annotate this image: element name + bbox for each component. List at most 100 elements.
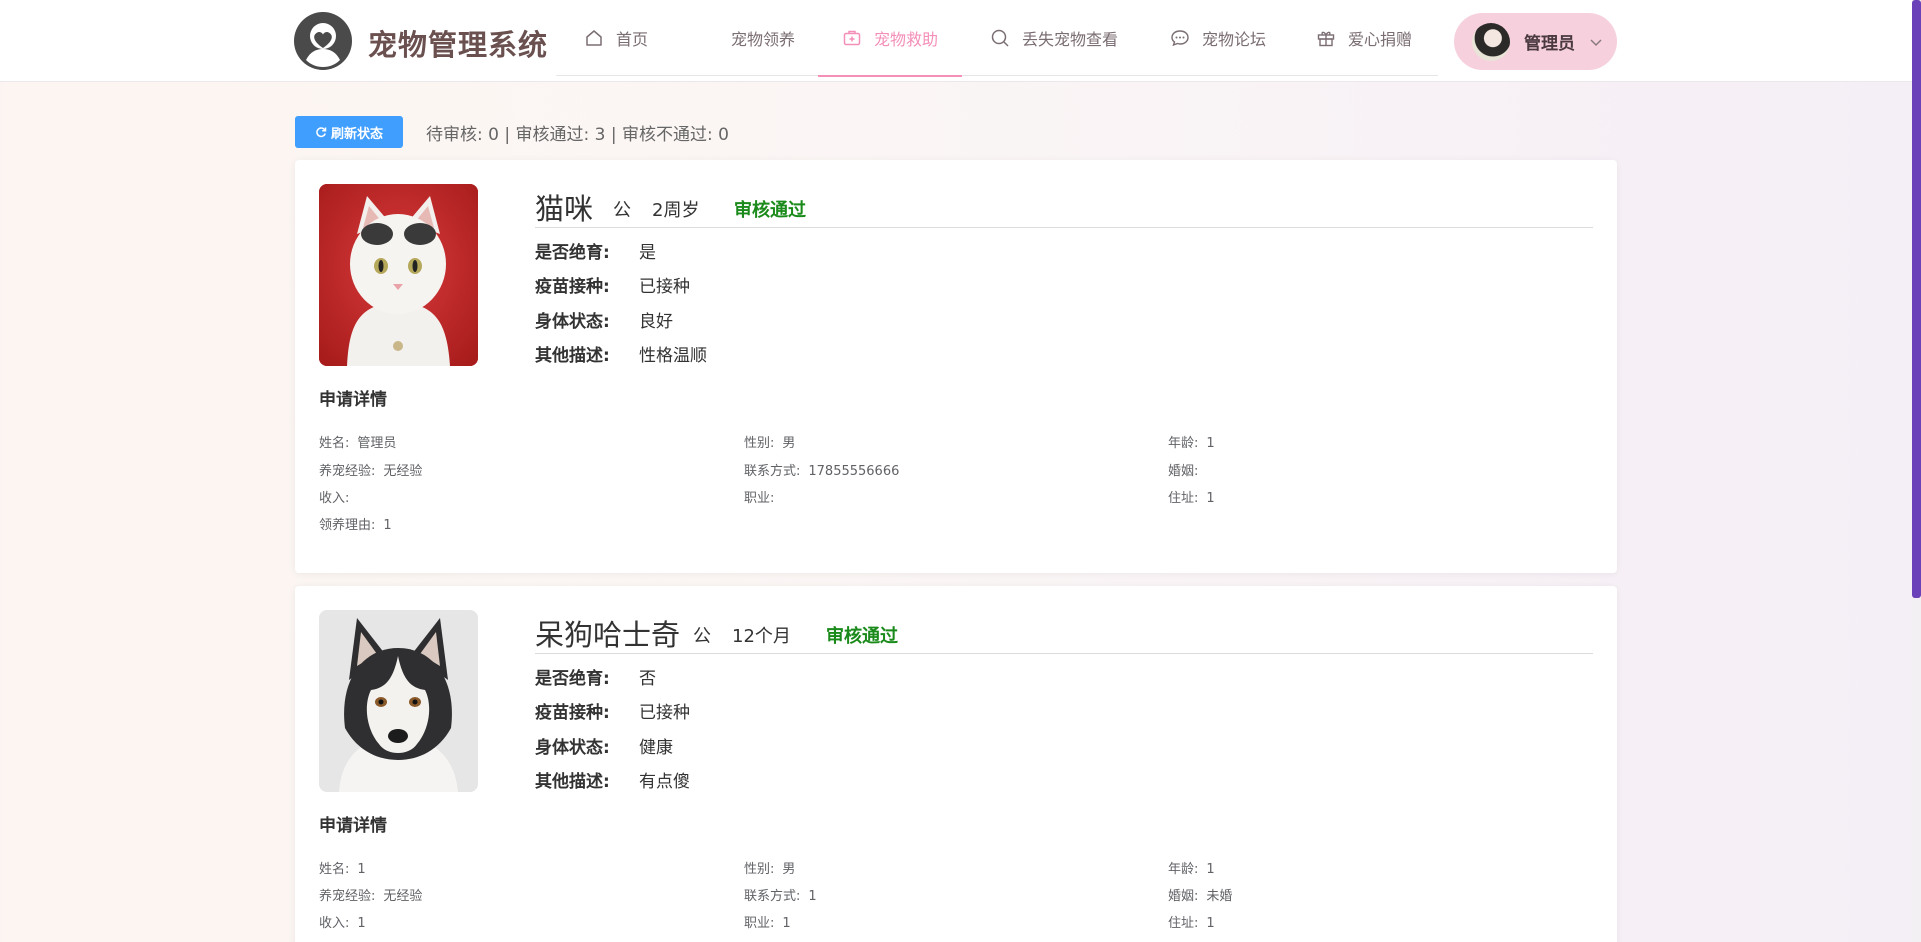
detail-job: 职业: bbox=[744, 487, 782, 506]
nav-forum-label: 宠物论坛 bbox=[1202, 30, 1267, 49]
gift-icon bbox=[1317, 31, 1335, 47]
brand-title: 宠物管理系统 bbox=[368, 28, 549, 62]
detail-value: 1 bbox=[1206, 436, 1215, 451]
detail-name: 姓名: 管理员 bbox=[319, 432, 396, 451]
detail-label: 领养理由: bbox=[319, 518, 376, 533]
dog-image-icon bbox=[319, 610, 478, 792]
application-card: 呆狗哈士奇 公 12个月 审核通过 是否绝育: 否 疫苗接种: 已接种 身体状态: 健… bbox=[295, 586, 1617, 942]
nav-rescue[interactable]: 宠物救助 bbox=[818, 0, 963, 77]
info-label: 疫苗接种: bbox=[535, 703, 610, 723]
info-value: 性格温顺 bbox=[639, 346, 707, 366]
nav-lost-pets[interactable]: 丢失宠物查看 bbox=[990, 0, 1118, 76]
info-vaccinated: 疫苗接种: 已接种 bbox=[535, 272, 690, 297]
review-stats: 待审核: 0 | 审核通过: 3 | 审核不通过: 0 bbox=[426, 125, 729, 145]
detail-label: 联系方式: bbox=[744, 464, 801, 479]
info-value: 健康 bbox=[639, 738, 673, 758]
chat-bubble-icon bbox=[1171, 30, 1189, 47]
detail-gender: 性别: 男 bbox=[744, 432, 795, 451]
detail-marriage: 婚姻: 未婚 bbox=[1168, 885, 1232, 904]
top-header: 宠物管理系统 首页 宠物领养 宠物救助 丢失宠物查看 宠物论坛 爱心捐赠 管理员 bbox=[0, 0, 1921, 82]
info-label: 身体状态: bbox=[535, 312, 610, 332]
pet-name: 猫咪 bbox=[535, 192, 594, 226]
nav-rescue-label: 宠物救助 bbox=[874, 30, 939, 49]
detail-value: 17855556666 bbox=[808, 464, 900, 479]
detail-income: 收入: 1 bbox=[319, 912, 366, 931]
detail-label: 姓名: bbox=[319, 862, 350, 877]
info-other: 其他描述: 有点傻 bbox=[535, 767, 690, 792]
user-name: 管理员 bbox=[1524, 34, 1575, 54]
detail-value: 1 bbox=[782, 916, 791, 931]
search-icon bbox=[991, 29, 1009, 47]
detail-address: 住址: 1 bbox=[1168, 912, 1215, 931]
nav-donate-label: 爱心捐赠 bbox=[1348, 30, 1413, 49]
user-menu[interactable]: 管理员 bbox=[1454, 13, 1617, 70]
detail-value: 1 bbox=[1206, 862, 1215, 877]
apply-details-title: 申请详情 bbox=[319, 816, 387, 836]
nav-adopt[interactable]: 宠物领养 bbox=[731, 0, 795, 76]
avatar bbox=[1472, 22, 1510, 61]
info-value: 否 bbox=[639, 669, 656, 689]
pet-heart-logo-icon[interactable] bbox=[294, 12, 352, 70]
detail-reason: 领养理由: 1 bbox=[319, 514, 392, 533]
status-badge: 审核通过 bbox=[826, 626, 898, 647]
detail-income: 收入: bbox=[319, 487, 357, 506]
info-sterilized: 是否绝育: 否 bbox=[535, 664, 656, 689]
info-label: 身体状态: bbox=[535, 738, 610, 758]
nav-lost-pets-label: 丢失宠物查看 bbox=[1022, 30, 1119, 49]
pet-sex: 公 bbox=[693, 626, 711, 647]
detail-name: 姓名: 1 bbox=[319, 858, 366, 877]
info-health: 身体状态: 良好 bbox=[535, 307, 673, 332]
detail-label: 养宠经验: bbox=[319, 464, 376, 479]
pet-header: 猫咪 公 2周岁 审核通过 bbox=[535, 186, 1593, 228]
pet-age: 2周岁 bbox=[652, 200, 700, 221]
pet-photo-cat bbox=[319, 184, 478, 366]
status-badge: 审核通过 bbox=[734, 200, 806, 221]
detail-label: 养宠经验: bbox=[319, 889, 376, 904]
apply-details-title: 申请详情 bbox=[319, 390, 387, 410]
info-label: 是否绝育: bbox=[535, 669, 610, 689]
info-value: 有点傻 bbox=[639, 772, 690, 792]
detail-label: 职业: bbox=[744, 916, 775, 931]
detail-label: 住址: bbox=[1168, 491, 1199, 506]
detail-experience: 养宠经验: 无经验 bbox=[319, 885, 422, 904]
nav-home[interactable]: 首页 bbox=[584, 0, 648, 76]
detail-address: 住址: 1 bbox=[1168, 487, 1215, 506]
detail-value: 无经验 bbox=[383, 464, 423, 479]
detail-job: 职业: 1 bbox=[744, 912, 791, 931]
detail-value: 男 bbox=[782, 862, 796, 877]
info-vaccinated: 疫苗接种: 已接种 bbox=[535, 698, 690, 723]
detail-label: 收入: bbox=[319, 491, 350, 506]
detail-contact: 联系方式: 17855556666 bbox=[744, 460, 899, 479]
detail-value: 1 bbox=[357, 916, 366, 931]
detail-age: 年龄: 1 bbox=[1168, 858, 1215, 877]
pet-sex: 公 bbox=[613, 200, 631, 221]
nav-donate[interactable]: 爱心捐赠 bbox=[1316, 0, 1412, 76]
info-value: 是 bbox=[639, 243, 656, 263]
pet-photo-husky bbox=[319, 610, 478, 792]
info-label: 其他描述: bbox=[535, 346, 610, 366]
detail-value: 未婚 bbox=[1206, 889, 1233, 904]
detail-gender: 性别: 男 bbox=[744, 858, 795, 877]
refresh-status-button[interactable]: 刷新状态 bbox=[295, 116, 403, 148]
detail-label: 收入: bbox=[319, 916, 350, 931]
info-value: 良好 bbox=[639, 312, 673, 332]
scrollbar-thumb[interactable] bbox=[1912, 0, 1921, 598]
nav-home-label: 首页 bbox=[616, 30, 649, 49]
detail-experience: 养宠经验: 无经验 bbox=[319, 460, 422, 479]
info-health: 身体状态: 健康 bbox=[535, 733, 673, 758]
detail-marriage: 婚姻: bbox=[1168, 460, 1206, 479]
detail-label: 姓名: bbox=[319, 436, 350, 451]
pet-age: 12个月 bbox=[732, 626, 791, 647]
detail-contact: 联系方式: 1 bbox=[744, 885, 817, 904]
application-card: 猫咪 公 2周岁 审核通过 是否绝育: 是 疫苗接种: 已接种 身体状态: 良好 其他… bbox=[295, 160, 1617, 573]
detail-label: 年龄: bbox=[1168, 862, 1199, 877]
detail-label: 职业: bbox=[744, 491, 775, 506]
detail-value: 无经验 bbox=[383, 889, 423, 904]
nav-forum[interactable]: 宠物论坛 bbox=[1170, 0, 1266, 76]
detail-value: 1 bbox=[808, 889, 817, 904]
detail-label: 性别: bbox=[744, 436, 775, 451]
info-label: 疫苗接种: bbox=[535, 277, 610, 297]
pet-name: 呆狗哈士奇 bbox=[535, 618, 681, 652]
detail-label: 婚姻: bbox=[1168, 889, 1199, 904]
nav-adopt-label: 宠物领养 bbox=[731, 30, 796, 49]
